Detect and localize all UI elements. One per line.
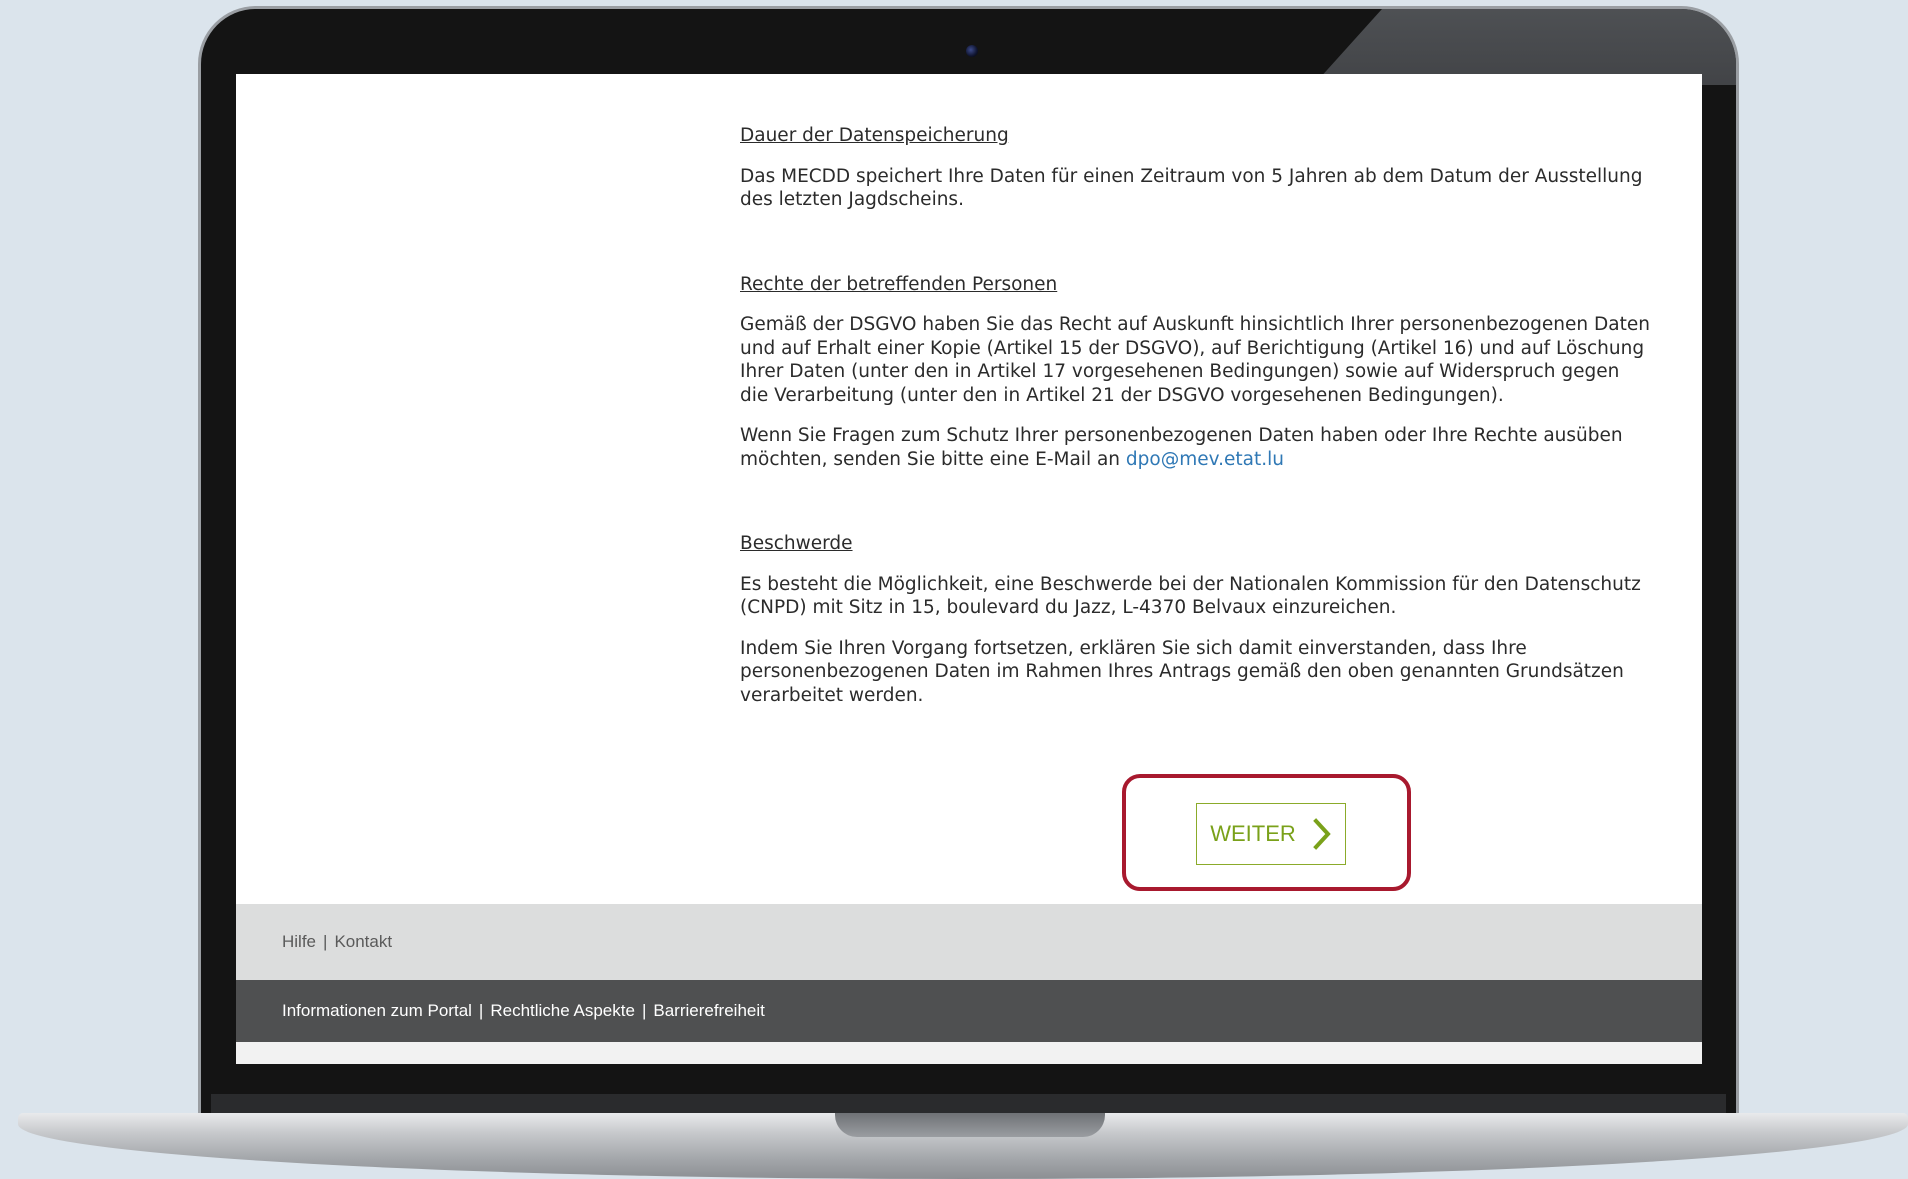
contact-paragraph: Wenn Sie Fragen zum Schutz Ihrer persone…: [740, 424, 1650, 471]
footer-link-hilfe[interactable]: Hilfe: [282, 932, 316, 952]
footer-help-links: Hilfe | Kontakt: [282, 904, 392, 980]
paragraph: Das MECDD speichert Ihre Daten für einen…: [740, 165, 1643, 211]
weiter-button[interactable]: WEITER: [1196, 803, 1346, 865]
paragraph: Es besteht die Möglichkeit, eine Beschwe…: [740, 573, 1641, 619]
footer-separator: |: [323, 932, 328, 951]
weiter-button-label: WEITER: [1210, 821, 1296, 846]
footer-separator: |: [641, 1001, 647, 1020]
footer-link-portal-info[interactable]: Informationen zum Portal: [282, 1001, 472, 1021]
section-title-rights: Rechte der betreffenden Personen: [740, 273, 1058, 295]
email-link[interactable]: dpo@mev.etat.lu: [1126, 449, 1284, 470]
footer-link-legal[interactable]: Rechtliche Aspekte: [490, 1001, 635, 1021]
screen-bottom-edge: [236, 1042, 1702, 1064]
footer-link-accessibility[interactable]: Barrierefreiheit: [653, 1001, 765, 1021]
footer-separator: |: [478, 1001, 484, 1020]
chevron-right-icon: [1312, 818, 1331, 850]
paragraph: Indem Sie Ihren Vorgang fortsetzen, erkl…: [740, 637, 1624, 706]
paragraph: Gemäß der DSGVO haben Sie das Recht auf …: [740, 314, 1650, 406]
footer-legal-links: Informationen zum Portal | Rechtliche As…: [282, 980, 765, 1042]
footer-help-bar: Hilfe | Kontakt: [236, 904, 1702, 980]
laptop-notch: [835, 1113, 1105, 1137]
section-title-storage-duration: Dauer der Datenspeicherung: [740, 125, 1009, 146]
footer-legal-bar: Informationen zum Portal | Rechtliche As…: [236, 980, 1702, 1042]
privacy-content: Dauer der Datenspeicherung Das MECDD spe…: [740, 124, 1650, 724]
webcam-icon: [966, 45, 978, 57]
section-title-complaint: Beschwerde: [740, 533, 853, 554]
browser-screen: Dauer der Datenspeicherung Das MECDD spe…: [236, 74, 1702, 1064]
footer-link-kontakt[interactable]: Kontakt: [334, 932, 392, 952]
